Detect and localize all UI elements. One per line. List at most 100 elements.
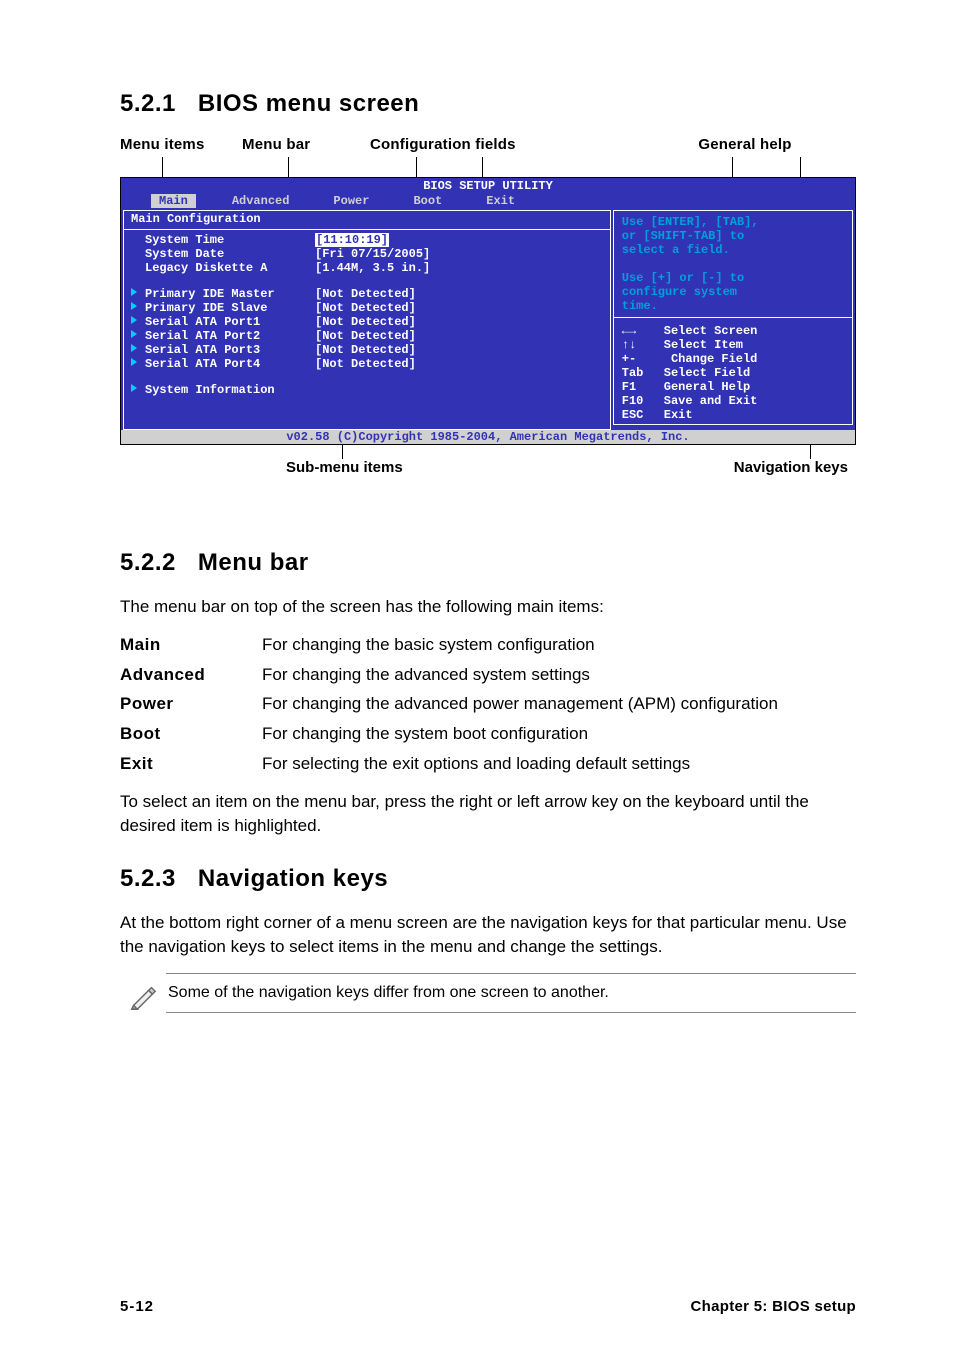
menu-row[interactable]: Serial ATA Port4[Not Detected] [131,357,603,371]
menu-item-label: Serial ATA Port4 [145,357,315,371]
definition-desc: For changing the advanced system setting… [262,663,856,687]
menu-row[interactable]: System Date[Fri 07/15/2005] [131,247,603,261]
key-desc: General Help [664,380,750,394]
help-key-row: ↑↓Select Item [622,338,844,352]
menu-row[interactable]: Primary IDE Slave[Not Detected] [131,301,603,315]
definition-term: Advanced [120,663,262,687]
help-line: time. [622,299,844,313]
menu-item-value: [1.44M, 3.5 in.] [315,261,430,275]
help-line: or [SHIFT-TAB] to [622,229,844,243]
menu-item-label: System Date [145,247,315,261]
tab-power[interactable]: Power [325,194,377,208]
menu-item-label: Primary IDE Slave [145,301,315,315]
menu-item-label: System Information [145,383,315,397]
help-key-row: TabSelect Field [622,366,844,380]
heading-number: 5.2.1 [120,90,176,117]
menu-item-label: Serial ATA Port2 [145,329,315,343]
menu-item-value: [11:10:19] [315,233,389,247]
key-label: F10 [622,394,664,408]
definition-row: AdvancedFor changing the advanced system… [120,663,856,687]
help-key-row: ESCExit [622,408,844,422]
chapter-label: Chapter 5: BIOS setup [691,1298,857,1315]
tab-main[interactable]: Main [151,194,196,208]
key-desc: Select Item [664,338,743,352]
menu-items-list: System Time[11:10:19]System Date[Fri 07/… [125,231,609,409]
bios-title: BIOS SETUP UTILITY [423,179,553,193]
help-line: configure system [622,285,844,299]
help-key-row: F1General Help [622,380,844,394]
menu-row[interactable]: Primary IDE Master[Not Detected] [131,287,603,301]
note-block: Some of the navigation keys differ from … [120,973,856,1013]
key-label: ←→ [622,324,664,338]
key-desc: Select Screen [664,324,758,338]
paragraph: At the bottom right corner of a menu scr… [120,911,856,959]
heading-text: BIOS menu screen [198,90,419,117]
help-keys: ←→Select Screen↑↓Select Item+- Change Fi… [614,318,852,424]
help-line [622,257,844,271]
tab-exit[interactable]: Exit [478,194,523,208]
menu-item-value: [Not Detected] [315,357,416,371]
menu-item-label: Legacy Diskette A [145,261,315,275]
definition-desc: For changing the system boot configurati… [262,722,856,746]
help-line: select a field. [622,243,844,257]
definition-term: Main [120,633,262,657]
key-desc: Exit [664,408,693,422]
menu-item-label: Primary IDE Master [145,287,315,301]
definition-term: Power [120,692,262,716]
label-sub-menu-items: Sub-menu items [286,459,403,476]
definition-row: ExitFor selecting the exit options and l… [120,752,856,776]
menu-item-label: Serial ATA Port3 [145,343,315,357]
definition-list: MainFor changing the basic system config… [120,633,856,776]
submenu-marker-icon [131,329,145,343]
menu-row[interactable]: Serial ATA Port2[Not Detected] [131,329,603,343]
heading-521: 5.2.1 BIOS menu screen [120,90,856,118]
definition-row: BootFor changing the system boot configu… [120,722,856,746]
submenu-marker-icon [131,301,145,315]
key-desc: Change Field [664,352,758,366]
main-panel: Main Configuration [123,210,611,230]
definition-term: Exit [120,752,262,776]
bios-footer: v02.58 (C)Copyright 1985-2004, American … [121,430,855,444]
menu-item-value: [Not Detected] [315,329,416,343]
definition-row: PowerFor changing the advanced power man… [120,692,856,716]
menu-row[interactable]: System Time[11:10:19] [131,233,603,247]
heading-number: 5.2.3 [120,865,176,892]
menu-row[interactable]: Serial ATA Port3[Not Detected] [131,343,603,357]
menu-row[interactable]: System Information [131,383,603,397]
bios-screen: BIOS SETUP UTILITY Main Advanced Power B… [120,177,856,445]
paragraph: The menu bar on top of the screen has th… [120,595,856,619]
help-key-row: F10Save and Exit [622,394,844,408]
submenu-marker-icon [131,287,145,301]
bios-figure: Menu items Menu bar Configuration fields… [120,136,856,479]
submenu-marker-icon [131,357,145,371]
key-label: F1 [622,380,664,394]
menu-item-value: [Not Detected] [315,343,416,357]
tab-boot[interactable]: Boot [405,194,450,208]
tab-advanced[interactable]: Advanced [224,194,298,208]
key-label: Tab [622,366,664,380]
menu-item-value: [Not Detected] [315,287,416,301]
page-number: 5-12 [120,1298,154,1315]
note-text: Some of the navigation keys differ from … [166,974,856,1012]
definition-desc: For selecting the exit options and loadi… [262,752,856,776]
help-line: Use [ENTER], [TAB], [622,215,844,229]
help-key-row: +- Change Field [622,352,844,366]
figure-bottom-labels: Sub-menu items Navigation keys [120,445,856,479]
help-line: Use [+] or [-] to [622,271,844,285]
definition-row: MainFor changing the basic system config… [120,633,856,657]
menu-row[interactable]: Serial ATA Port1[Not Detected] [131,315,603,329]
help-text: Use [ENTER], [TAB],or [SHIFT-TAB] tosele… [614,211,852,318]
heading-number: 5.2.2 [120,549,176,576]
label-menu-items: Menu items [120,136,242,153]
heading-523: 5.2.3Navigation keys [120,865,856,893]
page-footer: 5-12 Chapter 5: BIOS setup [120,1298,856,1315]
submenu-marker-icon [131,343,145,357]
key-label: ↑↓ [622,338,664,352]
key-label: ESC [622,408,664,422]
submenu-marker-icon [131,383,145,397]
label-menu-bar: Menu bar [242,136,370,153]
heading-522: 5.2.2Menu bar [120,549,856,577]
key-desc: Save and Exit [664,394,758,408]
help-key-row: ←→Select Screen [622,324,844,338]
menu-row[interactable]: Legacy Diskette A[1.44M, 3.5 in.] [131,261,603,275]
